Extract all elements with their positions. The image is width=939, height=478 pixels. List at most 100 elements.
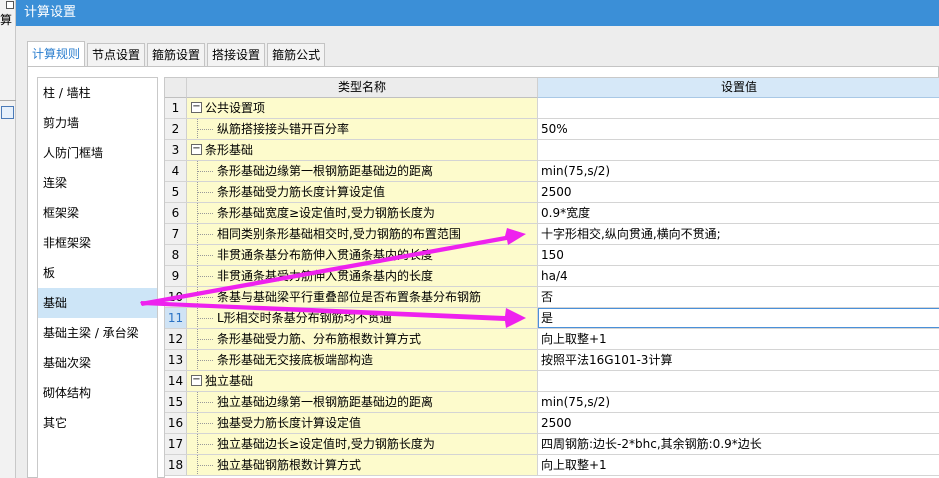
row-number[interactable]: 9 [165,266,187,286]
tab-2[interactable]: 箍筋设置 [147,43,206,67]
setting-value-cell[interactable]: 0.9*宽度 [538,203,939,223]
row-number[interactable]: 4 [165,161,187,181]
collapse-icon[interactable]: − [191,144,202,155]
sidebar-item[interactable]: 砌体结构 [38,378,157,408]
sidebar-item[interactable]: 人防门框墙 [38,138,157,168]
setting-value-cell[interactable]: 否 [538,287,939,307]
setting-value-cell[interactable]: 2500 [538,182,939,202]
grid-row[interactable]: 7 相同类别条形基础相交时,受力钢筋的布置范围 十字形相交,纵向贯通,横向不贯通; [165,224,939,245]
setting-value-cell[interactable]: 2500 [538,413,939,433]
setting-name-cell: 独立基础边长≥设定值时,受力钢筋长度为 [187,434,538,454]
sidebar-item[interactable]: 基础次梁 [38,348,157,378]
grid-row[interactable]: 1− 公共设置项 [165,98,939,119]
grid-row[interactable]: 5 条形基础受力筋长度计算设定值 2500 [165,182,939,203]
tab-4[interactable]: 箍筋公式 [267,43,326,67]
grid-row[interactable]: 17 独立基础边长≥设定值时,受力钢筋长度为 四周钢筋:边长-2*bhc,其余钢筋:… [165,434,939,455]
grid-row[interactable]: 8 非贯通条基分布筋伸入贯通条基内的长度 150 [165,245,939,266]
row-number[interactable]: 3 [165,140,187,160]
grid-row[interactable]: 12 条形基础受力筋、分布筋根数计算方式 向上取整+1 [165,329,939,350]
sidebar-item[interactable]: 其它 [38,408,157,438]
row-number[interactable]: 10 [165,287,187,307]
grid-row[interactable]: 11 L形相交时条基分布钢筋均不贯通 是 [165,308,939,329]
setting-value-cell[interactable] [538,98,939,118]
grid-header-corner [165,78,187,98]
window-icon [6,1,14,9]
setting-name-cell: 非贯通条基分布筋伸入贯通条基内的长度 [187,245,538,265]
collapse-icon[interactable]: − [191,102,202,113]
row-number[interactable]: 7 [165,224,187,244]
setting-value-cell[interactable]: 四周钢筋:边长-2*bhc,其余钢筋:0.9*边长 [538,434,939,454]
row-number[interactable]: 11 [165,308,187,328]
row-number[interactable]: 16 [165,413,187,433]
tree-line [197,297,213,298]
sidebar-item[interactable]: 柱 / 墙柱 [38,78,157,108]
setting-name-label: 独立基础边长≥设定值时,受力钢筋长度为 [217,437,435,451]
grid-row[interactable]: 10 条基与基础梁平行重叠部位是否布置条基分布钢筋 否 [165,287,939,308]
row-number[interactable]: 17 [165,434,187,454]
setting-name-cell: 条形基础无交接底板端部构造 [187,350,538,370]
row-number[interactable]: 12 [165,329,187,349]
tab-3[interactable]: 搭接设置 [207,43,266,67]
tree-line [197,171,213,172]
setting-value-cell[interactable]: 50% [538,119,939,139]
setting-name-label: 相同类别条形基础相交时,受力钢筋的布置范围 [217,227,461,241]
row-number[interactable]: 5 [165,182,187,202]
tree-line [197,318,213,319]
setting-name-cell: 独立基础钢筋根数计算方式 [187,455,538,475]
sidebar-item[interactable]: 板 [38,258,157,288]
row-number[interactable]: 13 [165,350,187,370]
setting-value-cell[interactable]: ha/4 [538,266,939,286]
grid-row[interactable]: 13 条形基础无交接底板端部构造 按照平法16G101-3计算 [165,350,939,371]
grid-header: 类型名称 设置值 [165,78,939,98]
row-number[interactable]: 8 [165,245,187,265]
sidebar-item[interactable]: 基础 [38,288,157,318]
setting-value-cell[interactable] [538,371,939,391]
calc-settings-dialog: 计算规则 节点设置 箍筋设置 搭接设置 箍筋公式 柱 / 墙柱 剪力墙 人防门框墙 连梁 框架梁… [16,26,939,478]
setting-value-cell[interactable]: min(75,s/2) [538,392,939,412]
setting-value-cell[interactable]: 150 [538,245,939,265]
setting-name-cell: 相同类别条形基础相交时,受力钢筋的布置范围 [187,224,538,244]
grid-row[interactable]: 15 独立基础边缘第一根钢筋距基础边的距离 min(75,s/2) [165,392,939,413]
sidebar-item[interactable]: 连梁 [38,168,157,198]
setting-name-label: 条形基础受力筋长度计算设定值 [217,185,386,199]
setting-name-label: 非贯通条基受力筋伸入贯通条基内的长度 [217,269,434,283]
setting-name-label: 条形基础无交接底板端部构造 [217,353,374,367]
grid-icon[interactable] [1,106,14,119]
collapse-icon[interactable]: − [191,375,202,386]
column-header-setting-value[interactable]: 设置值 [538,78,939,98]
row-number[interactable]: 15 [165,392,187,412]
setting-value-cell[interactable]: 向上取整+1 [538,455,939,475]
divider [0,100,16,101]
setting-value-cell[interactable]: 按照平法16G101-3计算 [538,350,939,370]
sidebar-item[interactable]: 剪力墙 [38,108,157,138]
grid-body: 1− 公共设置项 2 纵筋搭接接头错开百分率 50% 3− 条形基础 4 条形基础边缘第一根钢筋… [165,98,939,476]
column-header-type-name[interactable]: 类型名称 [187,78,538,98]
setting-name-label: 条形基础边缘第一根钢筋距基础边的距离 [217,164,434,178]
setting-value-cell[interactable]: min(75,s/2) [538,161,939,181]
row-number[interactable]: 2 [165,119,187,139]
sidebar-item[interactable]: 基础主梁 / 承台梁 [38,318,157,348]
grid-row[interactable]: 6 条形基础宽度≥设定值时,受力钢筋长度为 0.9*宽度 [165,203,939,224]
row-number[interactable]: 14 [165,371,187,391]
setting-name-label: 纵筋搭接接头错开百分率 [217,122,350,136]
grid-row[interactable]: 4 条形基础边缘第一根钢筋距基础边的距离 min(75,s/2) [165,161,939,182]
row-number[interactable]: 18 [165,455,187,475]
setting-value-cell[interactable] [538,140,939,160]
row-number[interactable]: 1 [165,98,187,118]
tab-0[interactable]: 计算规则 [27,41,86,67]
row-number[interactable]: 6 [165,203,187,223]
grid-row[interactable]: 2 纵筋搭接接头错开百分率 50% [165,119,939,140]
setting-value-cell[interactable]: 向上取整+1 [538,329,939,349]
grid-row[interactable]: 9 非贯通条基受力筋伸入贯通条基内的长度 ha/4 [165,266,939,287]
grid-row[interactable]: 16 独基受力筋长度计算设定值 2500 [165,413,939,434]
setting-name-cell: 条形基础受力筋、分布筋根数计算方式 [187,329,538,349]
sidebar-item[interactable]: 框架梁 [38,198,157,228]
setting-name-label: L形相交时条基分布钢筋均不贯通 [217,311,392,325]
grid-row[interactable]: 14− 独立基础 [165,371,939,392]
sidebar-item[interactable]: 非框架梁 [38,228,157,258]
grid-row[interactable]: 18 独立基础钢筋根数计算方式 向上取整+1 [165,455,939,476]
setting-value-cell[interactable]: 十字形相交,纵向贯通,横向不贯通; [538,224,939,244]
tab-1[interactable]: 节点设置 [87,43,146,67]
setting-value-cell[interactable]: 是 [538,308,939,328]
grid-row[interactable]: 3− 条形基础 [165,140,939,161]
